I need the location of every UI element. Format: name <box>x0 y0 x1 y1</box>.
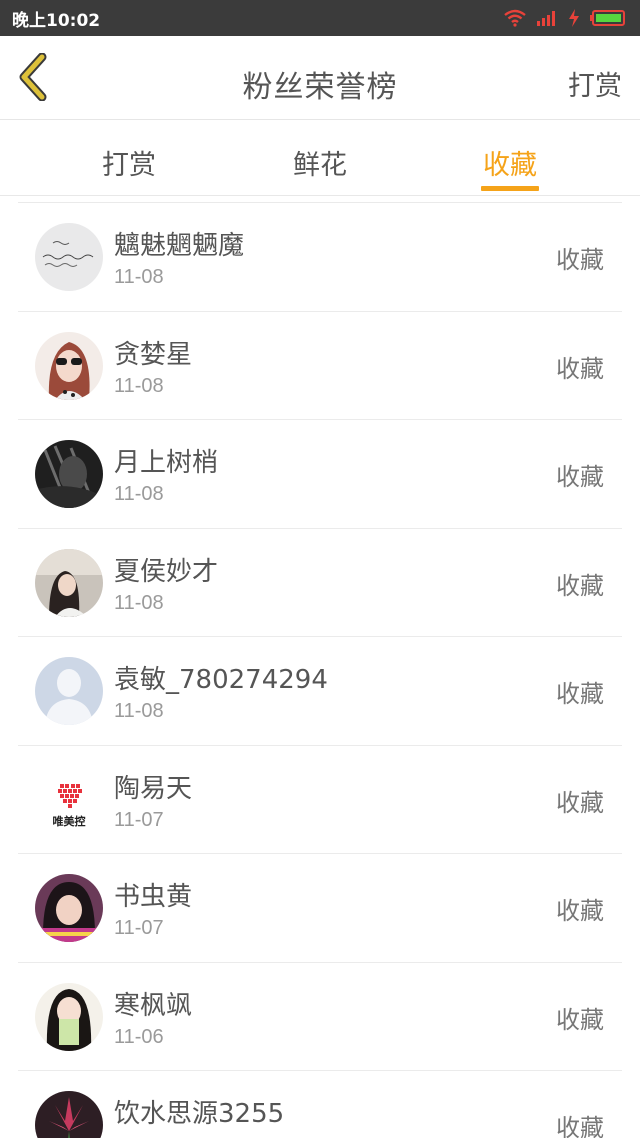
user-name: 月上树梢 <box>114 448 219 478</box>
favorite-date: 11-07 <box>114 917 164 939</box>
user-name: 袁敏_780274294 <box>114 665 328 695</box>
battery-icon <box>590 10 626 26</box>
list-item[interactable]: 书虫黄 11-07 收藏 <box>18 854 622 963</box>
favorite-date: 11-08 <box>114 483 164 505</box>
top-nav-bar: 粉丝荣誉榜 打赏 <box>0 36 640 120</box>
favorite-label: 收藏 <box>556 246 604 274</box>
status-bar: 晚上10:02 <box>0 0 640 36</box>
avatar <box>35 982 103 1051</box>
list-item[interactable]: 魑魅魍魉魔 11-08 收藏 <box>18 203 622 312</box>
list-item[interactable]: 唯美控 陶易天 11-07 收藏 <box>18 746 622 854</box>
favorite-label: 收藏 <box>556 897 604 925</box>
avatar <box>35 1091 103 1138</box>
list-item[interactable]: 寒枫飒 11-06 收藏 <box>18 963 622 1071</box>
fan-list: 魑魅魍魉魔 11-08 收藏 贪婪星 11-08 收藏 月上树梢 11-08 收… <box>18 202 622 1138</box>
tab-flowers-label: 鲜花 <box>293 150 347 181</box>
list-item[interactable]: 贪婪星 11-08 收藏 <box>18 312 622 420</box>
page-title: 粉丝荣誉榜 <box>242 70 398 105</box>
favorite-date: 11-08 <box>114 700 164 722</box>
favorite-date: 11-08 <box>114 374 164 397</box>
user-name: 魑魅魍魉魔 <box>114 231 245 261</box>
favorite-label: 收藏 <box>556 1005 604 1034</box>
status-time: 晚上10:02 <box>12 10 101 31</box>
default-person-icon <box>35 657 103 725</box>
charging-icon <box>568 9 580 27</box>
signal-icon <box>536 10 558 26</box>
tab-flowers[interactable]: 鲜花 <box>260 121 380 195</box>
reward-button[interactable]: 打赏 <box>568 64 622 103</box>
user-name: 夏侯妙才 <box>114 556 219 587</box>
user-name: 寒枫飒 <box>114 990 193 1021</box>
tab-favorites-label: 收藏 <box>483 150 537 181</box>
list-item[interactable]: 月上树梢 11-08 收藏 <box>18 420 622 529</box>
favorite-date: 11-08 <box>114 591 164 614</box>
favorite-label: 收藏 <box>556 788 604 817</box>
tab-reward[interactable]: 打赏 <box>0 121 260 195</box>
user-name: 陶易天 <box>114 773 193 804</box>
list-item[interactable]: 袁敏_780274294 11-08 收藏 <box>18 637 622 746</box>
tab-bar: 打赏 鲜花 收藏 <box>0 121 640 196</box>
user-name: 饮水思源3255 <box>114 1099 285 1129</box>
status-icons <box>504 9 626 27</box>
avatar <box>35 548 103 617</box>
active-tab-indicator <box>481 186 539 191</box>
list-item[interactable]: 饮水思源3255 收藏 <box>18 1071 622 1138</box>
favorite-date: 11-07 <box>114 808 164 831</box>
user-name: 书虫黄 <box>114 882 193 912</box>
user-name: 贪婪星 <box>114 339 193 370</box>
favorite-date: 11-08 <box>114 266 164 288</box>
wifi-icon <box>504 9 526 27</box>
avatar <box>35 223 103 291</box>
heart-logo-icon: 唯美控 <box>35 765 103 834</box>
favorite-label: 收藏 <box>556 571 604 600</box>
favorite-date: 11-06 <box>114 1025 164 1048</box>
avatar <box>35 874 103 942</box>
avatar <box>35 440 103 508</box>
logo-text: 唯美控 <box>52 814 86 828</box>
favorite-label: 收藏 <box>556 680 604 708</box>
tab-favorites[interactable]: 收藏 <box>380 121 640 195</box>
favorite-label: 收藏 <box>556 463 604 491</box>
tab-reward-label: 打赏 <box>102 150 156 181</box>
favorite-label: 收藏 <box>556 354 604 383</box>
list-item[interactable]: 夏侯妙才 11-08 收藏 <box>18 529 622 637</box>
avatar <box>35 331 103 400</box>
favorite-label: 收藏 <box>556 1114 604 1138</box>
